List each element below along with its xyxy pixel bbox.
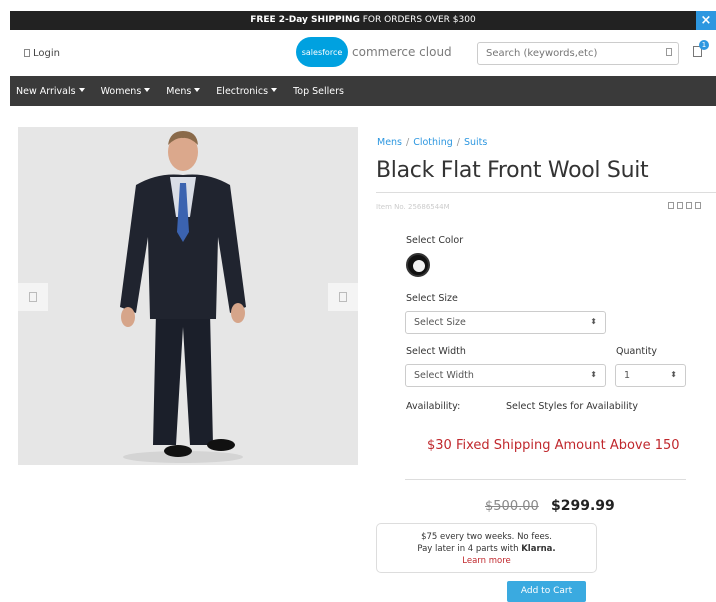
facebook-icon[interactable] <box>677 202 683 209</box>
logo-text: commerce cloud <box>352 45 452 59</box>
klarna-promo: $75 every two weeks. No fees. Pay later … <box>376 523 597 573</box>
login-label: Login <box>33 48 60 59</box>
select-color-label: Select Color <box>406 235 464 246</box>
width-select-value: Select Width <box>414 370 474 381</box>
chevron-left-icon <box>29 292 37 302</box>
width-select[interactable]: Select Width ⬍ <box>405 364 606 387</box>
man-in-suit-image <box>18 127 358 465</box>
select-arrows-icon: ⬍ <box>590 370 597 379</box>
site-header: Login salesforce commerce cloud 1 <box>10 30 716 76</box>
link-icon[interactable] <box>695 202 701 209</box>
add-to-cart-button[interactable]: Add to Cart <box>507 581 586 602</box>
select-width-label: Select Width <box>406 346 466 357</box>
shipping-promo: $30 Fixed Shipping Amount Above 150 <box>427 438 680 453</box>
item-number: Item No. 25686544M <box>376 203 450 211</box>
original-price: $500.00 <box>485 499 539 514</box>
availability-value: Select Styles for Availability <box>506 401 639 412</box>
size-select[interactable]: Select Size ⬍ <box>405 311 606 334</box>
color-swatch-black[interactable] <box>406 253 430 277</box>
select-arrows-icon: ⬍ <box>590 317 597 326</box>
quantity-select-value: 1 <box>624 370 631 381</box>
nav-item-womens[interactable]: Womens <box>101 86 151 97</box>
klarna-learn-more-link[interactable]: Learn more <box>377 555 596 567</box>
product-title: Black Flat Front Wool Suit <box>376 158 649 183</box>
nav-label: Electronics <box>216 85 269 97</box>
sale-price: $299.99 <box>551 498 615 514</box>
klarna-brand: Klarna. <box>521 544 556 554</box>
nav-label: New Arrivals <box>16 85 76 97</box>
search-icon[interactable] <box>666 48 672 56</box>
nav-label: Top Sellers <box>293 85 344 97</box>
prev-image-button[interactable] <box>18 283 48 311</box>
search-input[interactable] <box>477 42 679 65</box>
quantity-label: Quantity <box>616 346 658 357</box>
nav-item-new-arrivals[interactable]: New Arrivals <box>16 86 85 97</box>
availability-label: Availability: <box>406 401 461 412</box>
add-to-cart-label: Add to Cart <box>520 586 573 596</box>
pinterest-icon[interactable] <box>668 202 674 209</box>
size-select-value: Select Size <box>414 317 466 328</box>
caret-down-icon <box>144 87 151 92</box>
caret-down-icon <box>194 87 201 92</box>
nav-item-top-sellers[interactable]: Top Sellers <box>293 86 344 97</box>
announcement-bold: FREE 2-Day SHIPPING <box>250 15 360 25</box>
cart-count-badge: 1 <box>699 40 709 50</box>
caret-down-icon <box>271 87 278 92</box>
breadcrumb-mens[interactable]: Mens <box>377 137 402 148</box>
breadcrumb-suits[interactable]: Suits <box>464 137 487 148</box>
breadcrumb: Mens / Clothing / Suits <box>377 137 488 148</box>
twitter-icon[interactable] <box>686 202 692 209</box>
quantity-select[interactable]: 1 ⬍ <box>615 364 686 387</box>
klarna-line1: $75 every two weeks. No fees. <box>421 532 552 542</box>
announcement-text: FOR ORDERS OVER $300 <box>359 15 476 25</box>
share-icons <box>668 202 701 209</box>
site-logo[interactable]: salesforce commerce cloud <box>296 36 452 68</box>
klarna-line2: Pay later in 4 parts with Klarna. <box>377 543 596 555</box>
klarna-line2-text: Pay later in 4 parts with <box>417 544 522 554</box>
breadcrumb-clothing[interactable]: Clothing <box>413 137 453 148</box>
product-image <box>18 127 358 465</box>
nav-item-electronics[interactable]: Electronics <box>216 85 278 97</box>
select-arrows-icon: ⬍ <box>670 370 677 379</box>
salesforce-cloud-logo: salesforce <box>296 37 348 67</box>
nav-label: Mens <box>166 85 192 97</box>
main-nav: New Arrivals Womens Mens Electronics Top… <box>10 76 716 106</box>
divider <box>376 192 716 193</box>
close-announcement-button[interactable]: × <box>696 11 716 31</box>
chevron-right-icon <box>339 292 347 302</box>
divider <box>405 479 686 480</box>
next-image-button[interactable] <box>328 283 358 311</box>
login-link[interactable]: Login <box>24 48 60 59</box>
nav-label: Womens <box>100 85 142 97</box>
nav-item-mens[interactable]: Mens <box>166 85 201 97</box>
user-icon <box>24 49 30 57</box>
announcement-bar: FREE 2-Day SHIPPING FOR ORDERS OVER $300… <box>10 11 716 31</box>
select-size-label: Select Size <box>406 293 458 304</box>
caret-down-icon <box>78 87 85 92</box>
